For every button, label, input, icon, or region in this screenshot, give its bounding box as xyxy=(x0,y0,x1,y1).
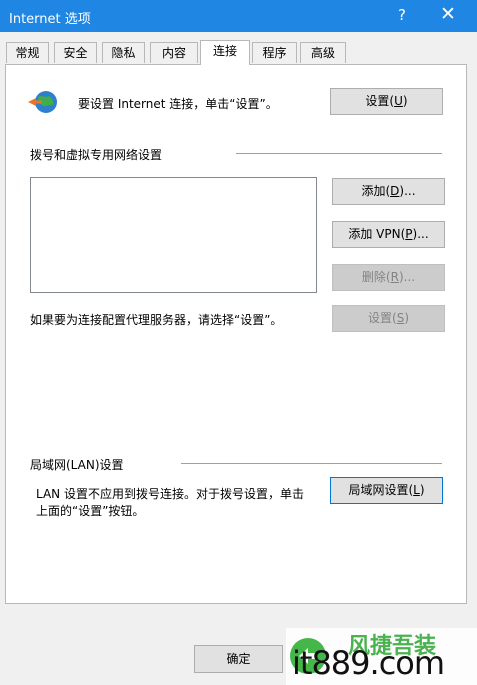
lan-info-line2: 上面的“设置”按钮。 xyxy=(36,504,145,518)
dialup-separator xyxy=(236,153,442,154)
proxy-text: 如果要为连接配置代理服务器，请选择“设置”。 xyxy=(30,313,283,327)
lan-settings-button[interactable]: 局域网设置(L) xyxy=(330,477,443,504)
close-icon[interactable]: ✕ xyxy=(440,3,456,25)
ok-button[interactable]: 确定 xyxy=(194,645,283,673)
title-bar: Internet 选项 ? ✕ xyxy=(0,0,477,32)
connections-panel xyxy=(5,64,467,604)
tab-connections[interactable]: 连接 xyxy=(200,40,250,65)
tab-content[interactable]: 内容 xyxy=(150,42,198,63)
setup-button[interactable]: 设置(U) xyxy=(330,88,443,115)
internet-globe-icon xyxy=(28,91,57,113)
lan-info-line1: LAN 设置不应用到拨号连接。对于拨号设置，单击 xyxy=(36,487,304,501)
site-watermark: 风捷吾装 it889.com xyxy=(286,628,477,685)
tab-privacy[interactable]: 隐私 xyxy=(102,42,145,63)
setup-text: 要设置 Internet 连接，单击“设置”。 xyxy=(78,97,278,111)
tab-programs[interactable]: 程序 xyxy=(252,42,297,63)
connection-list[interactable] xyxy=(30,177,317,293)
window-title: Internet 选项 xyxy=(9,12,91,27)
tab-strip: 常规 安全 隐私 内容 连接 程序 高级 xyxy=(6,40,466,65)
help-icon[interactable]: ? xyxy=(398,6,406,24)
lan-group-title: 局域网(LAN)设置 xyxy=(30,458,124,472)
tab-advanced[interactable]: 高级 xyxy=(300,42,346,63)
tab-general[interactable]: 常规 xyxy=(6,42,49,63)
add-button[interactable]: 添加(D)... xyxy=(332,178,445,205)
watermark-text: it889.com xyxy=(292,644,445,682)
add-vpn-button[interactable]: 添加 VPN(P)... xyxy=(332,221,445,248)
tab-security[interactable]: 安全 xyxy=(54,42,97,63)
dialup-settings-button[interactable]: 设置(S) xyxy=(332,305,445,332)
dialup-group-title: 拨号和虚拟专用网络设置 xyxy=(30,148,163,162)
remove-button[interactable]: 删除(R)... xyxy=(332,264,445,291)
lan-separator xyxy=(181,463,442,464)
